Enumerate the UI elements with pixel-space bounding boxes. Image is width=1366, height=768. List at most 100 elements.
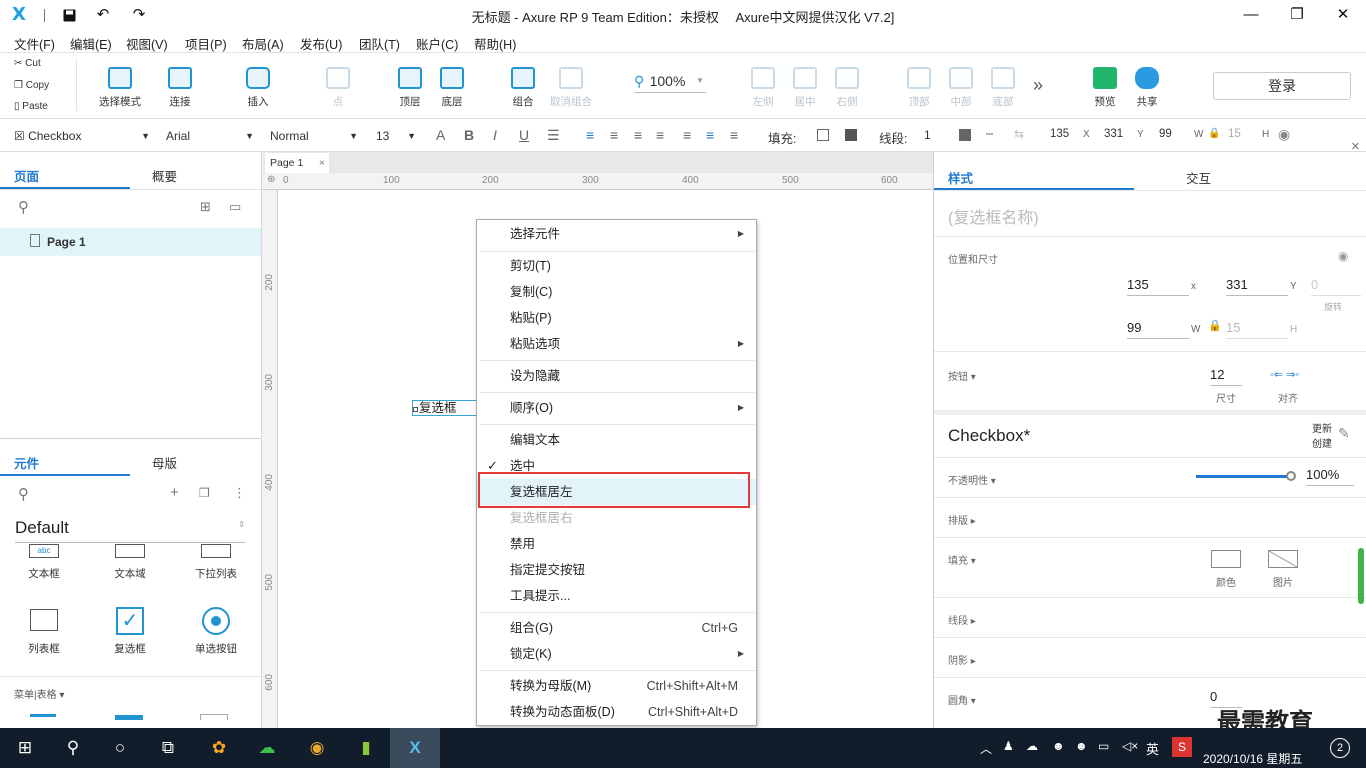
- w-input[interactable]: 99: [1127, 317, 1189, 339]
- canvas-tab-page1[interactable]: Page 1 ×: [265, 153, 329, 173]
- ctx-submit-button[interactable]: 指定提交按钮: [477, 557, 756, 583]
- widget-radio[interactable]: 单选按钮: [186, 607, 246, 657]
- stroke-pattern-icon[interactable]: ┅: [986, 127, 993, 141]
- canvas-checkbox-widget[interactable]: 复选框: [412, 400, 478, 416]
- font-family-select[interactable]: Arial ▼: [166, 125, 254, 147]
- create-style-link[interactable]: 创建: [1312, 435, 1332, 450]
- tab-style[interactable]: 样式: [948, 168, 973, 187]
- eye-icon[interactable]: ◉: [1338, 249, 1348, 263]
- underline-icon[interactable]: U: [519, 127, 529, 143]
- windows-start-icon[interactable]: ⊞: [2, 728, 48, 768]
- text-justify-icon[interactable]: ≡: [656, 127, 664, 143]
- shadow-swatch[interactable]: [845, 129, 857, 141]
- minimize-button[interactable]: —: [1236, 0, 1266, 30]
- shadow-section[interactable]: 阴影 ▸: [948, 652, 976, 667]
- add-folder-icon[interactable]: ▭: [229, 199, 241, 215]
- widget-name-input[interactable]: (复选框名称): [948, 204, 1039, 228]
- insert-button[interactable]: 插入: [238, 53, 278, 119]
- fill-image-swatch[interactable]: [1268, 550, 1298, 568]
- tab-widgets[interactable]: 元件: [14, 453, 39, 472]
- tray-up-arrow-icon[interactable]: ︿: [980, 740, 992, 757]
- menu-layout[interactable]: 布局(A): [242, 34, 284, 53]
- search-icon[interactable]: ⚲: [18, 485, 29, 503]
- ctx-paste[interactable]: 粘贴(P): [477, 305, 756, 331]
- typography-section[interactable]: 排版 ▸: [948, 512, 976, 527]
- align-bottom-button[interactable]: 底部: [983, 53, 1023, 119]
- ctx-cut[interactable]: 剪切(T): [477, 253, 756, 279]
- wechat-app-icon[interactable]: ☁: [244, 728, 290, 768]
- tray-qq-icon[interactable]: ☻: [1052, 739, 1065, 753]
- arrow-style-icon[interactable]: ⇆: [1014, 127, 1024, 141]
- library-select[interactable]: Default ⇕: [15, 518, 245, 543]
- rotation-input[interactable]: 0: [1311, 274, 1361, 296]
- preview-button[interactable]: 预览: [1085, 53, 1125, 119]
- tab-pages[interactable]: 页面: [14, 166, 39, 185]
- widget-dropdown[interactable]: 下拉列表: [186, 542, 246, 588]
- opacity-label[interactable]: 不透明性 ▾: [948, 472, 996, 487]
- text-align-right-icon[interactable]: ≡: [634, 127, 642, 143]
- clock-date[interactable]: 2020/10/16 星期五: [1203, 750, 1302, 767]
- tray-qq2-icon[interactable]: ☻: [1075, 739, 1088, 753]
- ctx-paste-options[interactable]: 粘贴选项 ▶: [477, 331, 756, 357]
- photos-app-icon[interactable]: ✿: [196, 728, 242, 768]
- stroke-color-swatch[interactable]: [959, 129, 971, 141]
- opacity-slider-track[interactable]: [1196, 475, 1291, 478]
- ctx-checkbox-align-right[interactable]: 复选框居右: [477, 505, 756, 531]
- h-value[interactable]: 15: [1228, 128, 1241, 140]
- bring-to-front-button[interactable]: 顶层: [390, 53, 430, 119]
- y-value[interactable]: 331: [1104, 128, 1123, 140]
- button-align-icon[interactable]: ◦⇐ ⇒◦: [1270, 368, 1299, 381]
- update-style-link[interactable]: 更新: [1312, 420, 1332, 435]
- stroke-width-value[interactable]: 1: [924, 128, 931, 142]
- app-icon[interactable]: ▮: [343, 728, 389, 768]
- align-left-button[interactable]: 左侧: [743, 53, 783, 119]
- cut-button[interactable]: ✂ Cut: [14, 58, 41, 69]
- w-value[interactable]: 99: [1159, 128, 1172, 140]
- cortana-icon[interactable]: ○: [97, 728, 143, 768]
- paste-button[interactable]: ▯ Paste: [14, 101, 48, 112]
- align-top-button[interactable]: 顶部: [899, 53, 939, 119]
- font-weight-select[interactable]: Normal ▼: [270, 125, 358, 147]
- menu-account[interactable]: 账户(C): [416, 34, 458, 53]
- tray-wechat-icon[interactable]: ☁: [1026, 739, 1038, 753]
- menu-edit[interactable]: 编辑(E): [70, 34, 112, 53]
- ctx-lock[interactable]: 锁定(K) ▶: [477, 641, 756, 667]
- widget-textarea[interactable]: 文本域: [100, 542, 160, 588]
- share-button[interactable]: 共享: [1127, 53, 1167, 119]
- edit-style-icon[interactable]: ✎: [1338, 425, 1350, 442]
- tab-close-icon[interactable]: ×: [319, 153, 325, 173]
- search-icon[interactable]: ⚲: [50, 728, 96, 768]
- chrome-app-icon[interactable]: ◉: [294, 728, 340, 768]
- ungroup-button[interactable]: 取消组合: [548, 53, 594, 119]
- eye-icon[interactable]: ◉: [1278, 126, 1290, 143]
- volume-muted-icon[interactable]: ◁×: [1122, 739, 1138, 753]
- sogou-ime-icon[interactable]: S: [1172, 737, 1192, 757]
- tab-outline[interactable]: 概要: [152, 166, 177, 185]
- widget-checkbox[interactable]: ✓ 复选框: [100, 607, 160, 657]
- horizontal-menu-icon[interactable]: [115, 715, 143, 720]
- group-button[interactable]: 组合: [503, 53, 543, 119]
- menu-publish[interactable]: 发布(U): [300, 34, 342, 53]
- axure-taskbar-icon[interactable]: X: [390, 728, 440, 768]
- x-input[interactable]: 135: [1127, 274, 1189, 296]
- button-size-input[interactable]: 12: [1210, 364, 1242, 386]
- section-menu-table[interactable]: 菜单|表格 ▾: [14, 686, 64, 701]
- page-list-item[interactable]: Page 1: [0, 228, 261, 256]
- menu-project[interactable]: 项目(P): [185, 34, 227, 53]
- text-color-icon[interactable]: A: [436, 127, 445, 143]
- tray-bell-icon[interactable]: ♟: [1003, 739, 1014, 753]
- lock-ratio-icon[interactable]: 🔒: [1208, 319, 1222, 332]
- x-value[interactable]: 135: [1050, 128, 1069, 140]
- fill-color-swatch[interactable]: [1211, 550, 1241, 568]
- ctx-group[interactable]: 组合(G) Ctrl+G: [477, 615, 756, 641]
- opacity-input[interactable]: 100%: [1306, 464, 1354, 486]
- font-size-select[interactable]: 13 ▼: [376, 125, 416, 147]
- h-input[interactable]: 15: [1226, 317, 1288, 339]
- search-icon[interactable]: ⚲: [18, 198, 29, 216]
- scrollbar-thumb[interactable]: [1358, 548, 1364, 604]
- lock-icon[interactable]: 🔒: [1208, 128, 1220, 139]
- network-icon[interactable]: ▭: [1098, 739, 1109, 753]
- align-right-button[interactable]: 右侧: [827, 53, 867, 119]
- corner-section[interactable]: 圆角 ▾: [948, 692, 976, 707]
- point-button[interactable]: 点: [318, 53, 358, 119]
